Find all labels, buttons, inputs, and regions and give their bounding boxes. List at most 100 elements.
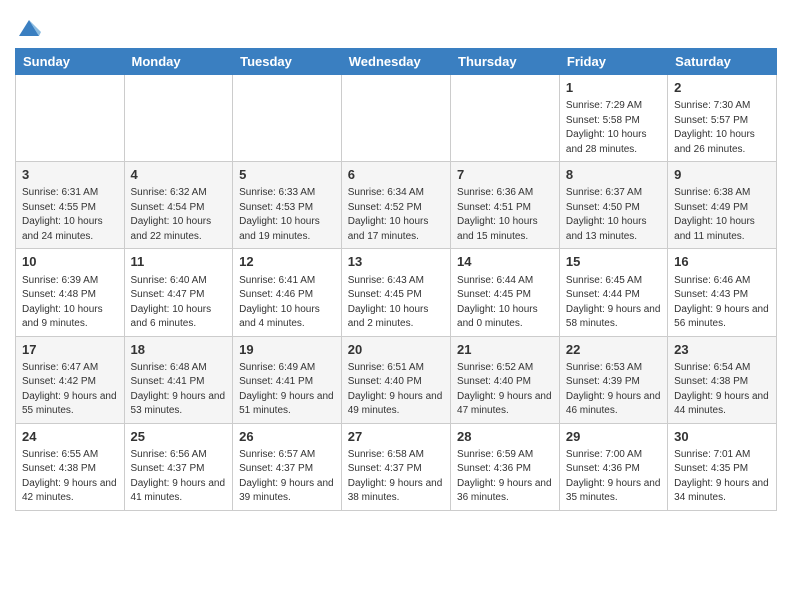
day-info: Sunrise: 7:29 AM Sunset: 5:58 PM Dayligh… xyxy=(566,99,661,157)
calendar-cell xyxy=(16,75,125,162)
day-info: Sunrise: 6:46 AM Sunset: 4:43 PM Dayligh… xyxy=(674,274,770,332)
calendar-week-1: 1 Sunrise: 7:29 AM Sunset: 5:58 PM Daylig… xyxy=(16,75,777,162)
calendar-cell: 27 Sunrise: 6:58 AM Sunset: 4:37 PM Dayli… xyxy=(341,423,450,510)
calendar-cell: 25 Sunrise: 6:56 AM Sunset: 4:37 PM Dayli… xyxy=(124,423,233,510)
day-number: 29 xyxy=(566,428,661,446)
day-info: Sunrise: 7:01 AM Sunset: 4:35 PM Dayligh… xyxy=(674,448,770,506)
day-number: 14 xyxy=(457,253,553,271)
calendar-cell: 19 Sunrise: 6:49 AM Sunset: 4:41 PM Dayli… xyxy=(233,336,342,423)
day-number: 9 xyxy=(674,166,770,184)
calendar-cell: 18 Sunrise: 6:48 AM Sunset: 4:41 PM Dayli… xyxy=(124,336,233,423)
day-info: Sunrise: 6:31 AM Sunset: 4:55 PM Dayligh… xyxy=(22,186,118,244)
calendar-cell: 24 Sunrise: 6:55 AM Sunset: 4:38 PM Dayli… xyxy=(16,423,125,510)
day-info: Sunrise: 7:00 AM Sunset: 4:36 PM Dayligh… xyxy=(566,448,661,506)
day-number: 3 xyxy=(22,166,118,184)
day-info: Sunrise: 6:57 AM Sunset: 4:37 PM Dayligh… xyxy=(239,448,335,506)
day-info: Sunrise: 6:53 AM Sunset: 4:39 PM Dayligh… xyxy=(566,361,661,419)
calendar-cell: 28Sunrise: 6:59 AM Sunset: 4:36 PM Dayli… xyxy=(451,423,560,510)
day-info: Sunrise: 6:34 AM Sunset: 4:52 PM Dayligh… xyxy=(348,186,444,244)
day-info: Sunrise: 6:51 AM Sunset: 4:40 PM Dayligh… xyxy=(348,361,444,419)
day-number: 12 xyxy=(239,253,335,271)
calendar-cell: 13Sunrise: 6:43 AM Sunset: 4:45 PM Dayli… xyxy=(341,249,450,336)
calendar-cell xyxy=(341,75,450,162)
day-info: Sunrise: 6:40 AM Sunset: 4:47 PM Dayligh… xyxy=(131,274,227,332)
day-info: Sunrise: 6:49 AM Sunset: 4:41 PM Dayligh… xyxy=(239,361,335,419)
logo-icon xyxy=(15,14,43,42)
header xyxy=(15,10,777,42)
day-number: 5 xyxy=(239,166,335,184)
day-number: 30 xyxy=(674,428,770,446)
col-header-thursday: Thursday xyxy=(451,49,560,75)
day-number: 15 xyxy=(566,253,661,271)
calendar-cell: 7 Sunrise: 6:36 AM Sunset: 4:51 PM Daylig… xyxy=(451,162,560,249)
day-info: Sunrise: 6:43 AM Sunset: 4:45 PM Dayligh… xyxy=(348,274,444,332)
day-number: 23 xyxy=(674,341,770,359)
day-number: 11 xyxy=(131,253,227,271)
calendar-cell: 30 Sunrise: 7:01 AM Sunset: 4:35 PM Dayli… xyxy=(668,423,777,510)
day-info: Sunrise: 6:55 AM Sunset: 4:38 PM Dayligh… xyxy=(22,448,118,506)
calendar-cell xyxy=(124,75,233,162)
calendar-cell: 26Sunrise: 6:57 AM Sunset: 4:37 PM Dayli… xyxy=(233,423,342,510)
day-number: 25 xyxy=(131,428,227,446)
day-info: Sunrise: 6:56 AM Sunset: 4:37 PM Dayligh… xyxy=(131,448,227,506)
calendar-cell: 9Sunrise: 6:38 AM Sunset: 4:49 PM Daylig… xyxy=(668,162,777,249)
day-number: 21 xyxy=(457,341,553,359)
calendar-week-4: 17 Sunrise: 6:47 AM Sunset: 4:42 PM Dayli… xyxy=(16,336,777,423)
day-info: Sunrise: 6:47 AM Sunset: 4:42 PM Dayligh… xyxy=(22,361,118,419)
col-header-friday: Friday xyxy=(559,49,667,75)
day-number: 20 xyxy=(348,341,444,359)
calendar-cell xyxy=(233,75,342,162)
day-number: 24 xyxy=(22,428,118,446)
day-number: 18 xyxy=(131,341,227,359)
col-header-monday: Monday xyxy=(124,49,233,75)
day-number: 1 xyxy=(566,79,661,97)
day-info: Sunrise: 6:37 AM Sunset: 4:50 PM Dayligh… xyxy=(566,186,661,244)
calendar-cell: 10Sunrise: 6:39 AM Sunset: 4:48 PM Dayli… xyxy=(16,249,125,336)
col-header-tuesday: Tuesday xyxy=(233,49,342,75)
day-number: 8 xyxy=(566,166,661,184)
calendar-cell: 16 Sunrise: 6:46 AM Sunset: 4:43 PM Dayli… xyxy=(668,249,777,336)
calendar-cell: 21Sunrise: 6:52 AM Sunset: 4:40 PM Dayli… xyxy=(451,336,560,423)
calendar-header-row: SundayMondayTuesdayWednesdayThursdayFrid… xyxy=(16,49,777,75)
day-info: Sunrise: 6:41 AM Sunset: 4:46 PM Dayligh… xyxy=(239,274,335,332)
calendar-cell: 14 Sunrise: 6:44 AM Sunset: 4:45 PM Dayli… xyxy=(451,249,560,336)
calendar-cell: 3 Sunrise: 6:31 AM Sunset: 4:55 PM Daylig… xyxy=(16,162,125,249)
day-info: Sunrise: 6:44 AM Sunset: 4:45 PM Dayligh… xyxy=(457,274,553,332)
day-number: 2 xyxy=(674,79,770,97)
day-number: 22 xyxy=(566,341,661,359)
day-number: 27 xyxy=(348,428,444,446)
day-number: 19 xyxy=(239,341,335,359)
calendar-cell: 22 Sunrise: 6:53 AM Sunset: 4:39 PM Dayli… xyxy=(559,336,667,423)
day-info: Sunrise: 6:58 AM Sunset: 4:37 PM Dayligh… xyxy=(348,448,444,506)
day-number: 16 xyxy=(674,253,770,271)
calendar-cell: 4 Sunrise: 6:32 AM Sunset: 4:54 PM Daylig… xyxy=(124,162,233,249)
day-number: 6 xyxy=(348,166,444,184)
calendar-cell: 29 Sunrise: 7:00 AM Sunset: 4:36 PM Dayli… xyxy=(559,423,667,510)
calendar: SundayMondayTuesdayWednesdayThursdayFrid… xyxy=(15,48,777,511)
day-number: 17 xyxy=(22,341,118,359)
day-info: Sunrise: 6:32 AM Sunset: 4:54 PM Dayligh… xyxy=(131,186,227,244)
day-info: Sunrise: 7:30 AM Sunset: 5:57 PM Dayligh… xyxy=(674,99,770,157)
day-number: 7 xyxy=(457,166,553,184)
logo xyxy=(15,14,47,42)
calendar-cell: 11 Sunrise: 6:40 AM Sunset: 4:47 PM Dayli… xyxy=(124,249,233,336)
day-number: 28 xyxy=(457,428,553,446)
calendar-cell xyxy=(451,75,560,162)
calendar-cell: 8 Sunrise: 6:37 AM Sunset: 4:50 PM Daylig… xyxy=(559,162,667,249)
calendar-cell: 2 Sunrise: 7:30 AM Sunset: 5:57 PM Daylig… xyxy=(668,75,777,162)
col-header-wednesday: Wednesday xyxy=(341,49,450,75)
day-info: Sunrise: 6:54 AM Sunset: 4:38 PM Dayligh… xyxy=(674,361,770,419)
calendar-cell: 6 Sunrise: 6:34 AM Sunset: 4:52 PM Daylig… xyxy=(341,162,450,249)
day-number: 4 xyxy=(131,166,227,184)
day-info: Sunrise: 6:45 AM Sunset: 4:44 PM Dayligh… xyxy=(566,274,661,332)
calendar-cell: 23 Sunrise: 6:54 AM Sunset: 4:38 PM Dayli… xyxy=(668,336,777,423)
calendar-cell: 1 Sunrise: 7:29 AM Sunset: 5:58 PM Daylig… xyxy=(559,75,667,162)
calendar-week-3: 10Sunrise: 6:39 AM Sunset: 4:48 PM Dayli… xyxy=(16,249,777,336)
day-info: Sunrise: 6:36 AM Sunset: 4:51 PM Dayligh… xyxy=(457,186,553,244)
calendar-cell: 17 Sunrise: 6:47 AM Sunset: 4:42 PM Dayli… xyxy=(16,336,125,423)
calendar-cell: 12 Sunrise: 6:41 AM Sunset: 4:46 PM Dayli… xyxy=(233,249,342,336)
day-info: Sunrise: 6:48 AM Sunset: 4:41 PM Dayligh… xyxy=(131,361,227,419)
calendar-cell: 15 Sunrise: 6:45 AM Sunset: 4:44 PM Dayli… xyxy=(559,249,667,336)
calendar-week-2: 3 Sunrise: 6:31 AM Sunset: 4:55 PM Daylig… xyxy=(16,162,777,249)
calendar-week-5: 24 Sunrise: 6:55 AM Sunset: 4:38 PM Dayli… xyxy=(16,423,777,510)
